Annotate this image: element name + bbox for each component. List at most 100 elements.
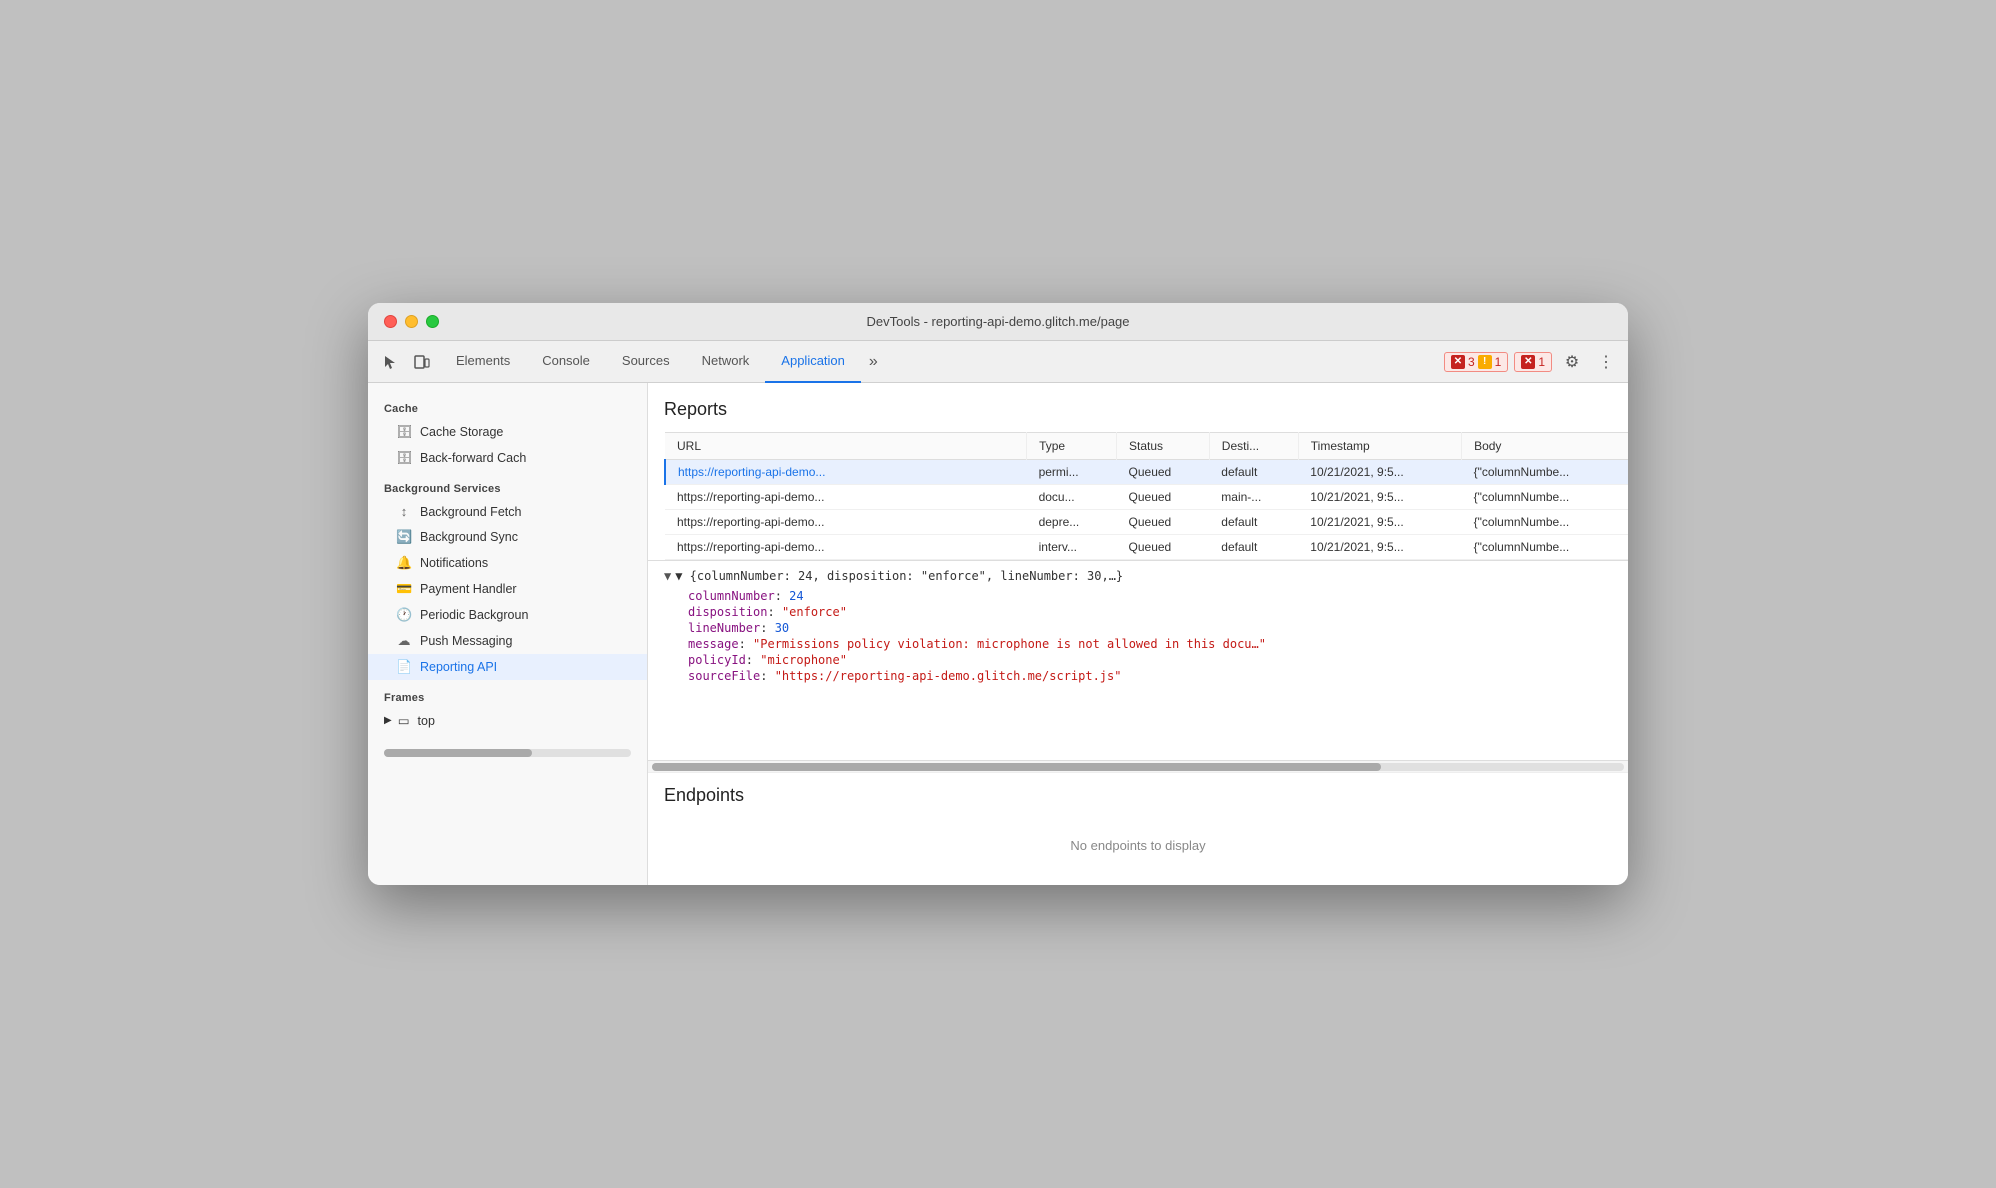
scrollbar-thumb <box>652 763 1381 771</box>
more-menu-button[interactable]: ⋮ <box>1592 348 1620 376</box>
table-row[interactable]: https://reporting-api-demo... permi... Q… <box>665 460 1628 485</box>
push-messaging-icon: ☁ <box>396 633 412 649</box>
cell-url: https://reporting-api-demo... <box>665 535 1027 560</box>
frames-section-label: Frames <box>368 680 647 708</box>
cell-body: {"columnNumbe... <box>1462 460 1628 485</box>
sidebar-item-background-sync[interactable]: 🔄 Background Sync <box>368 524 647 550</box>
periodic-bg-icon: 🕐 <box>396 607 412 623</box>
tab-sources[interactable]: Sources <box>606 341 686 383</box>
table-header-row: URL Type Status Desti... <box>665 433 1628 460</box>
detail-property-row: policyId: "microphone" <box>688 653 1612 667</box>
settings-button[interactable]: ⚙ <box>1558 348 1586 376</box>
endpoints-section: Endpoints No endpoints to display <box>648 772 1628 885</box>
device-icon <box>414 354 430 370</box>
tab-elements[interactable]: Elements <box>440 341 526 383</box>
cell-timestamp: 10/21/2021, 9:5... <box>1298 460 1461 485</box>
col-dest: Desti... <box>1209 433 1298 460</box>
prop-value: "enforce" <box>782 605 847 619</box>
prop-value: 24 <box>789 589 803 603</box>
prop-name: columnNumber <box>688 589 775 603</box>
tab-console[interactable]: Console <box>526 341 606 383</box>
cell-timestamp: 10/21/2021, 9:5... <box>1298 535 1461 560</box>
col-type: Type <box>1027 433 1117 460</box>
no-endpoints-message: No endpoints to display <box>664 818 1612 873</box>
main-layout: Cache 🗄 Cache Storage 🗄 Back-forward Cac… <box>368 383 1628 885</box>
error-icon2: ✕ <box>1521 355 1535 369</box>
cell-status: Queued <box>1117 460 1210 485</box>
cell-type: permi... <box>1027 460 1117 485</box>
sidebar-item-reporting-api[interactable]: 📄 Reporting API <box>368 654 647 680</box>
cell-type: interv... <box>1027 535 1117 560</box>
inspect-element-button[interactable] <box>376 348 404 376</box>
back-forward-icon: 🗄 <box>396 450 412 466</box>
cache-storage-icon: 🗄 <box>396 424 412 440</box>
toolbar: Elements Console Sources Network Applica… <box>368 341 1628 383</box>
error-count-badge2[interactable]: ✕ 1 <box>1514 352 1552 372</box>
horizontal-scrollbar[interactable] <box>648 760 1628 772</box>
cell-dest: default <box>1209 535 1298 560</box>
prop-name: lineNumber <box>688 621 760 635</box>
tab-network[interactable]: Network <box>686 341 766 383</box>
sidebar-item-background-fetch[interactable]: ↕ Background Fetch <box>368 499 647 524</box>
maximize-button[interactable] <box>426 315 439 328</box>
cell-body: {"columnNumbe... <box>1462 485 1628 510</box>
prop-name: message <box>688 637 739 651</box>
sidebar-item-periodic-background[interactable]: 🕐 Periodic Backgroun <box>368 602 647 628</box>
table-row[interactable]: https://reporting-api-demo... docu... Qu… <box>665 485 1628 510</box>
prop-name: policyId <box>688 653 746 667</box>
reporting-api-icon: 📄 <box>396 659 412 675</box>
cell-body: {"columnNumbe... <box>1462 510 1628 535</box>
detail-property-row: disposition: "enforce" <box>688 605 1612 619</box>
cell-timestamp: 10/21/2021, 9:5... <box>1298 510 1461 535</box>
col-body: Body <box>1462 433 1628 460</box>
error-icon: ✕ <box>1451 355 1465 369</box>
tab-bar: Elements Console Sources Network Applica… <box>440 341 1440 383</box>
sidebar: Cache 🗄 Cache Storage 🗄 Back-forward Cac… <box>368 383 648 885</box>
error-count-badge[interactable]: ✕ 3 ! 1 <box>1444 352 1508 372</box>
payment-handler-icon: 💳 <box>396 581 412 597</box>
prop-name: disposition <box>688 605 767 619</box>
cell-status: Queued <box>1117 510 1210 535</box>
reports-section: Reports URL Type <box>648 383 1628 560</box>
prop-name: sourceFile <box>688 669 760 683</box>
cell-dest: default <box>1209 460 1298 485</box>
cache-section-label: Cache <box>368 391 647 419</box>
col-url: URL <box>665 433 1027 460</box>
sidebar-item-back-forward[interactable]: 🗄 Back-forward Cach <box>368 445 647 471</box>
table-row[interactable]: https://reporting-api-demo... depre... Q… <box>665 510 1628 535</box>
detail-property-row: message: "Permissions policy violation: … <box>688 637 1612 651</box>
frames-expand[interactable]: ▶ ▭ top <box>368 708 647 733</box>
warning-icon: ! <box>1478 355 1492 369</box>
traffic-lights <box>384 315 439 328</box>
device-toolbar-button[interactable] <box>408 348 436 376</box>
cell-dest: default <box>1209 510 1298 535</box>
prop-value: "microphone" <box>760 653 847 667</box>
cell-body: {"columnNumbe... <box>1462 535 1628 560</box>
sidebar-item-push-messaging[interactable]: ☁ Push Messaging <box>368 628 647 654</box>
detail-panel: ▼ ▼ {columnNumber: 24, disposition: "enf… <box>648 560 1628 760</box>
cell-dest: main-... <box>1209 485 1298 510</box>
cell-url: https://reporting-api-demo... <box>665 510 1027 535</box>
toolbar-right: ✕ 3 ! 1 ✕ 1 ⚙ ⋮ <box>1444 348 1620 376</box>
cell-status: Queued <box>1117 535 1210 560</box>
sidebar-item-notifications[interactable]: 🔔 Notifications <box>368 550 647 576</box>
detail-summary: ▼ ▼ {columnNumber: 24, disposition: "enf… <box>664 569 1612 583</box>
sidebar-item-payment-handler[interactable]: 💳 Payment Handler <box>368 576 647 602</box>
sidebar-item-cache-storage[interactable]: 🗄 Cache Storage <box>368 419 647 445</box>
minimize-button[interactable] <box>405 315 418 328</box>
background-services-label: Background Services <box>368 471 647 499</box>
table-row[interactable]: https://reporting-api-demo... interv... … <box>665 535 1628 560</box>
more-tabs-button[interactable]: » <box>861 341 886 383</box>
sidebar-scrollbar[interactable] <box>384 749 631 757</box>
cell-status: Queued <box>1117 485 1210 510</box>
expand-arrow-icon2: ▼ <box>664 569 671 583</box>
cell-url: https://reporting-api-demo... <box>665 460 1027 485</box>
detail-property-row: columnNumber: 24 <box>688 589 1612 603</box>
prop-value: 30 <box>775 621 789 635</box>
reports-table-container: URL Type Status Desti... <box>664 432 1628 560</box>
close-button[interactable] <box>384 315 397 328</box>
detail-property-row: lineNumber: 30 <box>688 621 1612 635</box>
frame-box-icon: ▭ <box>398 713 410 728</box>
tab-application[interactable]: Application <box>765 341 861 383</box>
prop-value: "https://reporting-api-demo.glitch.me/sc… <box>775 669 1122 683</box>
